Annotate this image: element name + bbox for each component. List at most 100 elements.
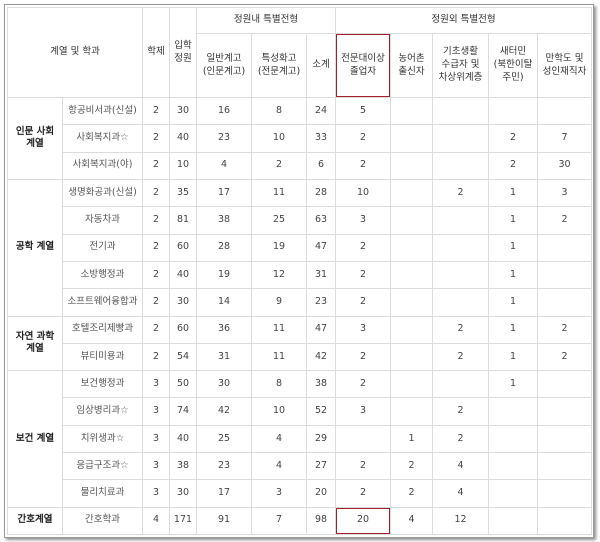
header-oegroup: 정원외 특별전형 (334, 7, 593, 34)
cell-saet (488, 96, 538, 126)
cell-sogye: 63 (306, 206, 336, 235)
table-row: 자동차과 2 81 38 25 63 3 1 2 (8, 206, 593, 235)
cell-gicho (432, 288, 489, 317)
table-row: 인문 사회 계열 항공비서과(신설) 2 30 16 8 24 5 (7, 96, 593, 180)
cell-hakje: 4 (142, 506, 170, 536)
cell-hakje: 2 (142, 288, 170, 317)
cell-ilban: 36 (196, 315, 252, 344)
cell-teuk: 11 (251, 315, 307, 344)
cell-jeonmun: 20 (335, 506, 391, 536)
cell-ipak: 35 (169, 178, 197, 208)
cell-manh (536, 452, 593, 481)
cell-nong (390, 124, 433, 153)
cell-gicho: 4 (432, 452, 489, 481)
cell-teuk: 11 (251, 342, 307, 372)
cell-teuk: 4 (251, 452, 307, 481)
cell-ilban: 38 (196, 206, 252, 235)
group-label-text: 보건 계열 (15, 432, 55, 444)
cell-hakje: 2 (142, 260, 170, 290)
cell-gicho (432, 233, 489, 262)
cell-nong (390, 342, 433, 372)
header-ipak-text: 입학 정원 (174, 39, 192, 64)
cell-jeonmun: 2 (335, 370, 391, 399)
cell-hakje: 3 (142, 370, 170, 399)
header-manhakdo: 만학도 및 성인재직자 (536, 33, 593, 98)
cell-manh (536, 424, 593, 454)
cell-teuk: 3 (251, 479, 307, 508)
table-row: 사회복지과(야) 2 10 4 2 6 2 2 30 (8, 151, 593, 180)
cell-hakje: 2 (142, 96, 170, 126)
cell-manh (536, 96, 593, 126)
cell-sogye: 98 (306, 506, 336, 536)
cell-manh (536, 233, 593, 262)
cell-sogye: 38 (306, 370, 336, 399)
cell-teuk: 4 (251, 424, 307, 454)
group-label-text: 인문 사회 계열 (15, 125, 55, 150)
cell-ipak: 74 (169, 397, 197, 426)
cell-ipak: 54 (169, 342, 197, 372)
header-ilban-text: 일반계고 (인문계고) (202, 52, 246, 77)
cell-teuk: 12 (251, 260, 307, 290)
table-row: 보건 계열 보건행정과 3 50 30 8 38 2 1 (7, 370, 593, 508)
cell-saet (488, 424, 538, 454)
cell-ipak: 30 (169, 96, 197, 126)
cell-sogye: 20 (306, 479, 336, 508)
cell-jeonmun: 2 (335, 233, 391, 262)
cell-teuk: 9 (251, 288, 307, 317)
cell-ilban: 17 (196, 479, 252, 508)
cell-ipak: 30 (169, 288, 197, 317)
cell-gicho: 2 (432, 315, 489, 344)
cell-manh: 3 (536, 178, 593, 208)
header-ilban: 일반계고 (인문계고) (196, 33, 252, 98)
cell-jeonmun-value: 20 (356, 514, 370, 526)
cell-sogye: 28 (306, 178, 336, 208)
cell-nong: 2 (390, 452, 433, 481)
cell-hakje: 2 (142, 342, 170, 372)
dept-name: 임상병리과☆ (62, 397, 143, 426)
cell-hakje: 2 (142, 233, 170, 262)
group-label: 자연 과학 계열 (7, 315, 63, 372)
cell-nong (390, 370, 433, 399)
table-row: 응급구조과☆ 3 38 23 4 27 2 2 4 (8, 452, 593, 481)
cell-jeonmun: 5 (335, 96, 391, 126)
dept-name: 사회복지과☆ (62, 124, 143, 153)
cell-nong (390, 397, 433, 426)
cell-hakje: 2 (142, 151, 170, 180)
header-manhakdo-text: 만학도 및 성인재직자 (542, 52, 587, 77)
cell-hakje: 2 (142, 206, 170, 235)
cell-teuk: 8 (251, 96, 307, 126)
cell-saet: 2 (488, 151, 538, 180)
cell-gicho: 2 (432, 178, 489, 208)
cell-ipak: 40 (169, 260, 197, 290)
cell-teuk: 8 (251, 370, 307, 399)
admission-quota-table: 계열 및 학과 학제 입학 정원 정원내 특별전형 정원외 특별전형 일반계고 … (7, 7, 593, 536)
group-label: 간호계열 (7, 506, 63, 536)
dept-name: 생명화공과(신설) (62, 178, 143, 208)
cell-ilban: 31 (196, 342, 252, 372)
cell-gicho (432, 151, 489, 180)
cell-saet: 1 (488, 233, 538, 262)
cell-jeonmun: 3 (335, 315, 391, 344)
table-row: 소방행정과 2 40 19 12 31 2 1 (8, 260, 593, 290)
cell-manh (536, 506, 593, 536)
table-row: 뷰티미용과 2 54 31 11 42 2 2 1 2 (8, 342, 593, 372)
dept-name: 응급구조과☆ (62, 452, 143, 481)
table-row: 전기과 2 60 28 19 47 2 1 (8, 233, 593, 262)
dept-name: 항공비서과(신설) (62, 96, 143, 126)
header-nongeo-text: 농어촌 출신자 (398, 52, 425, 77)
cell-ipak: 81 (169, 206, 197, 235)
table-row: 소프트웨어융합과 2 30 14 9 23 2 1 (8, 288, 593, 317)
table-row: 공학 계열 생명화공과(신설) 2 35 17 11 28 10 2 1 3 (7, 178, 593, 317)
cell-hakje: 3 (142, 424, 170, 454)
table-row: 자연 과학 계열 호텔조리제빵과 2 60 36 11 47 3 2 1 2 (7, 315, 593, 372)
cell-sogye: 52 (306, 397, 336, 426)
dept-name: 치위생과☆ (62, 424, 143, 454)
header-dept: 계열 및 학과 (7, 7, 143, 98)
cell-manh (536, 370, 593, 399)
cell-gicho (432, 124, 489, 153)
cell-sogye: 33 (306, 124, 336, 153)
cell-manh (536, 479, 593, 508)
cell-hakje: 3 (142, 479, 170, 508)
cell-ipak: 38 (169, 452, 197, 481)
cell-gicho: 2 (432, 424, 489, 454)
